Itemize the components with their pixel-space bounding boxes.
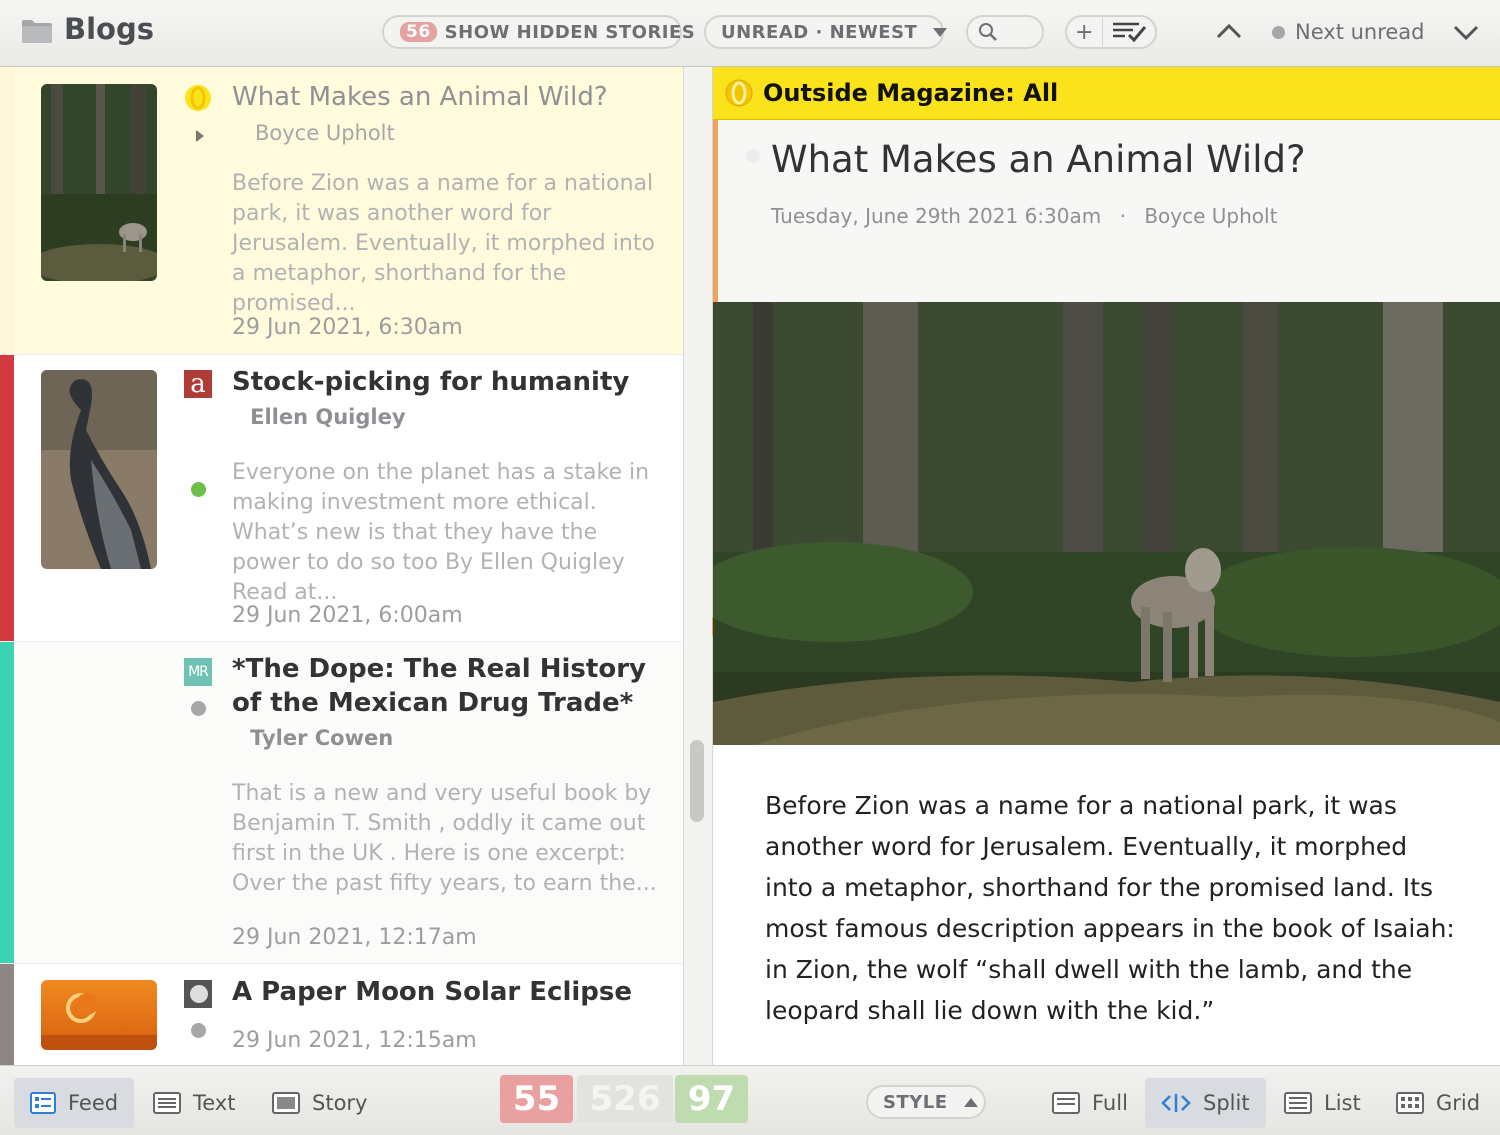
outside-logo-icon (725, 79, 753, 107)
show-hidden-label: SHOW HIDDEN STORIES (444, 21, 696, 43)
story-author: Tyler Cowen (250, 726, 394, 750)
story-title[interactable]: What Makes an Animal Wild? (771, 138, 1306, 181)
story-title: Stock-picking for humanity (232, 367, 630, 397)
unread-count[interactable]: 55 (500, 1075, 573, 1123)
story-view-icon (272, 1092, 300, 1114)
view-feed-label: Feed (68, 1091, 119, 1115)
story-author: Boyce Upholt (1144, 204, 1278, 228)
caret-up-icon (963, 1097, 978, 1107)
unread-status-icon (191, 482, 206, 497)
expand-triangle-icon[interactable] (195, 129, 205, 143)
story-title: What Makes an Animal Wild? (232, 82, 608, 112)
layout-full-button[interactable]: Full (1036, 1078, 1144, 1128)
outside-logo-icon (185, 85, 211, 111)
story-item[interactable]: A Paper Moon Solar Eclipse 29 Jun 2021, … (0, 964, 684, 1065)
layout-grid-button[interactable]: Grid (1380, 1078, 1496, 1128)
story-title: *The Dope: The Real History of the Mexic… (232, 654, 646, 718)
feed-color-bar (0, 355, 14, 641)
next-unread-button[interactable]: Next unread (1272, 20, 1425, 44)
story-list-scrollbar[interactable] (690, 740, 704, 822)
list-layout-icon (1284, 1092, 1312, 1114)
layout-list-button[interactable]: List (1268, 1078, 1377, 1128)
order-dropdown[interactable]: UNREAD · NEWEST (704, 15, 948, 49)
split-layout-icon (1161, 1094, 1191, 1112)
story-date: Tuesday, June 29th 2021 6:30am (771, 204, 1102, 228)
feed-color-bar (0, 642, 14, 963)
story-snippet: That is a new and very useful book by Be… (232, 781, 657, 896)
grid-layout-icon (1396, 1092, 1424, 1114)
divider (1101, 18, 1103, 46)
add-button[interactable]: + (1075, 20, 1094, 45)
next-unread-label: Next unread (1295, 20, 1425, 44)
layout-grid-label: Grid (1436, 1091, 1481, 1115)
view-story-button[interactable]: Story (256, 1078, 383, 1128)
view-feed-button[interactable]: Feed (14, 1078, 135, 1128)
layout-list-label: List (1324, 1091, 1361, 1115)
story-item[interactable]: MR *The Dope: The Real History of the Me… (0, 642, 684, 964)
feed-color-bar (0, 67, 14, 354)
story-meta: Tuesday, June 29th 2021 6:30am · Boyce U… (771, 204, 1277, 228)
folder-icon (22, 20, 52, 43)
add-mark-read-group[interactable]: + (1065, 15, 1157, 49)
story-author: Ellen Quigley (250, 405, 406, 429)
read-status-icon (191, 701, 206, 716)
previous-story-icon[interactable] (1215, 20, 1243, 42)
mr-logo-icon: MR (184, 658, 212, 686)
story-title: A Paper Moon Solar Eclipse (232, 977, 632, 1007)
feed-view-icon (30, 1092, 56, 1114)
story-snippet: Before Zion was a name for a national pa… (232, 171, 655, 316)
story-read-dot (746, 149, 760, 163)
story-date: 29 Jun 2021, 12:15am (232, 1028, 477, 1053)
view-text-label: Text (193, 1091, 236, 1115)
feed-header[interactable]: Outside Magazine: All (713, 67, 1500, 120)
story-title-block: *The Dope: The Real History of the Mexic… (232, 652, 672, 755)
story-list: What Makes an Animal Wild? Boyce Upholt … (0, 67, 684, 1065)
top-toolbar: Blogs 56 SHOW HIDDEN STORIES UNREAD · NE… (0, 0, 1500, 67)
story-hero-image (713, 302, 1500, 745)
style-dropdown[interactable]: STYLE (866, 1085, 986, 1119)
next-story-icon[interactable] (1452, 22, 1480, 44)
hidden-count-badge: 56 (400, 22, 437, 42)
story-date: 29 Jun 2021, 6:30am (232, 315, 463, 340)
page-title: Blogs (64, 12, 154, 46)
layout-split-label: Split (1203, 1091, 1250, 1115)
story-title-block: Stock-picking for humanity Ellen Quigley (232, 365, 672, 434)
starred-count[interactable]: 97 (675, 1075, 748, 1123)
story-header: What Makes an Animal Wild? Tuesday, June… (713, 120, 1500, 317)
mark-all-read-icon[interactable] (1111, 21, 1147, 43)
pane-splitter[interactable] (683, 67, 713, 1065)
layout-split-button[interactable]: Split (1145, 1078, 1266, 1128)
order-label: UNREAD · NEWEST (721, 21, 918, 43)
story-snippet: Everyone on the planet has a stake in ma… (232, 460, 650, 605)
unread-dot-icon (1272, 25, 1285, 39)
bottom-toolbar: Feed Text Story 55 526 97 STYLE Full Spl… (0, 1065, 1500, 1135)
apod-logo-icon (184, 980, 212, 1008)
text-view-icon (153, 1092, 181, 1114)
search-icon (979, 23, 997, 41)
story-date: 29 Jun 2021, 6:00am (232, 603, 463, 628)
story-thumbnail (41, 370, 157, 569)
style-label: STYLE (883, 1091, 948, 1113)
view-text-button[interactable]: Text (137, 1078, 251, 1128)
feed-title: Outside Magazine: All (763, 79, 1059, 107)
story-thumbnail (41, 980, 157, 1050)
story-detail-pane: Outside Magazine: All What Makes an Anim… (713, 67, 1500, 1065)
story-thumbnail (41, 84, 157, 281)
search-input[interactable] (966, 15, 1044, 49)
story-author: Boyce Upholt (255, 121, 395, 145)
story-body: Before Zion was a name for a national pa… (765, 791, 1455, 1025)
aeon-logo-icon: a (184, 370, 212, 398)
read-status-icon (191, 1023, 206, 1038)
show-hidden-stories-button[interactable]: 56 SHOW HIDDEN STORIES (382, 15, 695, 49)
story-item-selected[interactable]: What Makes an Animal Wild? Boyce Upholt … (0, 67, 684, 355)
total-count[interactable]: 526 (577, 1075, 673, 1123)
story-item[interactable]: a Stock-picking for humanity Ellen Quigl… (0, 355, 684, 642)
feed-color-bar (0, 964, 14, 1065)
view-story-label: Story (312, 1091, 368, 1115)
meta-separator: · (1119, 204, 1126, 228)
layout-full-label: Full (1092, 1091, 1128, 1115)
full-layout-icon (1052, 1092, 1080, 1114)
story-date: 29 Jun 2021, 12:17am (232, 925, 477, 950)
caret-down-icon (933, 27, 948, 37)
